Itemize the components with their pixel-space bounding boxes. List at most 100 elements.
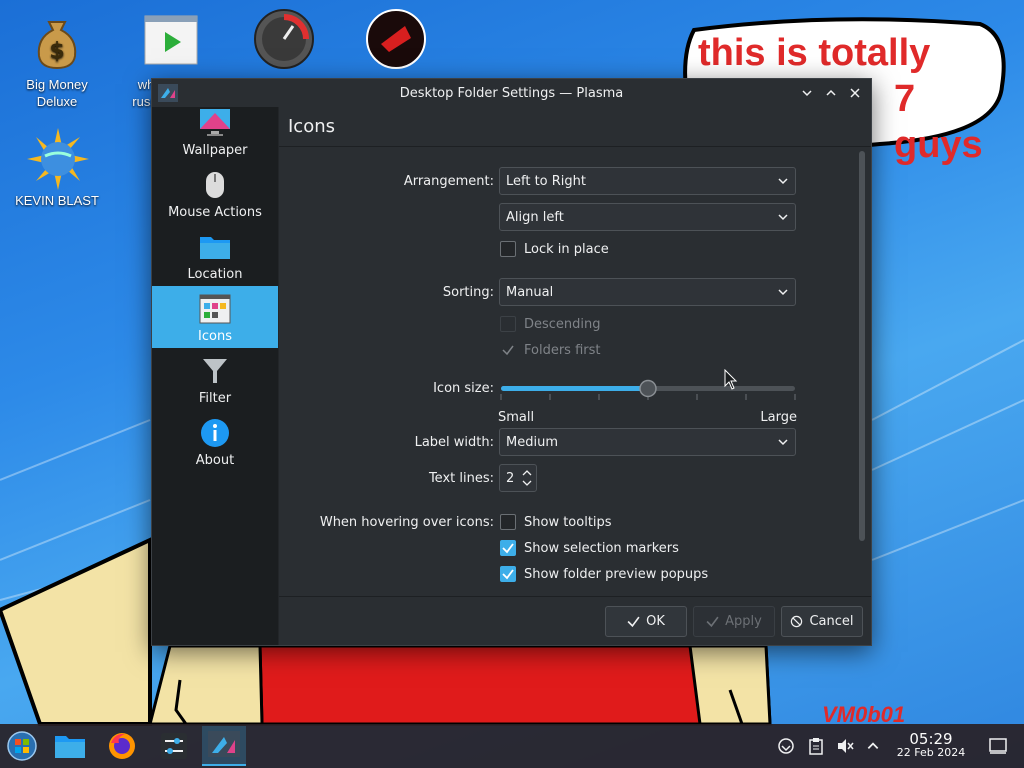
system-settings-icon: [161, 733, 187, 759]
checkbox-box: [500, 514, 516, 530]
align-combo[interactable]: Align left: [499, 203, 796, 231]
desktop-icon-speedometer[interactable]: [238, 8, 328, 72]
text-lines-value: 2: [506, 470, 515, 486]
globe-sun-icon: [27, 128, 89, 190]
checkmark-icon: [500, 540, 516, 556]
icon-size-slider[interactable]: [499, 376, 797, 402]
cancel-label: Cancel: [809, 614, 854, 629]
sidebar-item-label: Icons: [198, 329, 232, 344]
plasma-settings-task[interactable]: [202, 726, 246, 766]
chevron-down-icon: [778, 214, 788, 221]
show-selection-markers-checkbox[interactable]: Show selection markers: [500, 540, 679, 556]
ok-label: OK: [646, 614, 665, 629]
cancel-button[interactable]: Cancel: [781, 606, 863, 637]
lock-in-place-checkbox[interactable]: Lock in place: [500, 241, 609, 257]
hover-label: When hovering over icons:: [319, 515, 494, 530]
spin-arrows-icon[interactable]: [520, 467, 534, 489]
video-player-icon: [141, 12, 201, 72]
clock-time: 05:29: [909, 730, 953, 748]
start-menu-button[interactable]: [0, 726, 44, 766]
mouse-cursor-icon: [724, 369, 738, 390]
plasma-app-icon: [158, 84, 178, 102]
checkmark-icon: [500, 342, 516, 358]
close-button[interactable]: [845, 83, 865, 103]
label-width-value: Medium: [506, 434, 558, 450]
chevron-up-icon: [826, 89, 836, 96]
sidebar-item-label: About: [195, 453, 235, 468]
cancel-icon: [791, 615, 803, 628]
plasma-settings-icon: [208, 731, 240, 757]
svg-text:$: $: [49, 39, 64, 64]
text-lines-label: Text lines:: [428, 471, 494, 486]
sorting-combo[interactable]: Manual: [499, 278, 796, 306]
apply-button[interactable]: Apply: [693, 606, 775, 637]
clock-date: 22 Feb 2024: [896, 746, 966, 759]
titlebar[interactable]: Desktop Folder Settings — Plasma: [152, 79, 871, 107]
funnel-icon: [198, 354, 232, 388]
tray-expand-button[interactable]: [863, 736, 883, 756]
arrangement-combo[interactable]: Left to Right: [499, 167, 796, 195]
sidebar-item-about[interactable]: About: [152, 410, 278, 472]
icon-size-min-label: Small: [498, 410, 535, 425]
desktop-icon-kevin-blast[interactable]: KEVIN BLAST: [12, 128, 102, 209]
chevron-up-icon: [867, 742, 879, 749]
sorting-label: Sorting:: [442, 285, 494, 300]
speedometer-icon: [253, 8, 314, 69]
label-width-combo[interactable]: Medium: [499, 428, 796, 456]
slider-handle[interactable]: [639, 379, 657, 398]
window-title: Desktop Folder Settings — Plasma: [399, 85, 624, 101]
sidebar-item-filter[interactable]: Filter: [152, 348, 278, 410]
show-folder-preview-checkbox[interactable]: Show folder preview popups: [500, 566, 708, 582]
show-tooltips-checkbox[interactable]: Show tooltips: [500, 514, 612, 530]
desktop-icon-red-game[interactable]: [350, 8, 440, 72]
checkmark-icon: [500, 566, 516, 582]
text-lines-spinbox[interactable]: 2: [499, 464, 537, 492]
file-manager-button[interactable]: [48, 726, 92, 766]
folders-first-checkbox[interactable]: Folders first: [500, 342, 600, 358]
red-game-icon: [365, 8, 426, 69]
sidebar: Wallpaper Mouse Actions Location Icons F…: [152, 107, 278, 645]
folder-icon: [198, 230, 232, 264]
volume-tray-icon[interactable]: [835, 736, 855, 756]
clock[interactable]: 05:29 22 Feb 2024: [884, 732, 978, 760]
firefox-button[interactable]: [100, 726, 144, 766]
sidebar-item-location[interactable]: Location: [152, 224, 278, 286]
clipboard-icon: [809, 738, 823, 755]
sidebar-item-icons[interactable]: Icons: [152, 286, 278, 348]
money-bag-icon: $: [27, 12, 87, 72]
settings-content: Arrangement: Left to Right Align left Lo…: [279, 148, 853, 596]
arrangement-label: Arrangement:: [403, 174, 494, 189]
align-value: Align left: [506, 209, 564, 225]
sidebar-item-wallpaper[interactable]: Wallpaper: [152, 107, 278, 162]
folders-first-label: Folders first: [524, 342, 601, 358]
chevron-down-icon: [778, 439, 788, 446]
volume-muted-icon: [838, 739, 854, 753]
icon-size-label: Icon size:: [433, 381, 494, 396]
dialog-footer: OK Apply Cancel: [279, 596, 871, 645]
taskbar: [0, 724, 1024, 768]
sidebar-item-label: Filter: [198, 391, 232, 406]
chevron-down-icon: [778, 178, 788, 185]
descending-checkbox[interactable]: Descending: [500, 316, 601, 332]
settings-window: Desktop Folder Settings — Plasma Wallpap…: [151, 78, 872, 646]
clipboard-tray-icon[interactable]: [806, 736, 826, 756]
vertical-scrollbar[interactable]: [859, 151, 865, 541]
arrangement-value: Left to Right: [506, 173, 587, 189]
show-desktop-button[interactable]: [988, 736, 1008, 756]
descending-label: Descending: [524, 316, 601, 332]
network-tray-icon[interactable]: [776, 736, 796, 756]
sidebar-item-label: Location: [187, 267, 243, 282]
maximize-button[interactable]: [821, 83, 841, 103]
desktop-icon-big-money-deluxe[interactable]: $ Big Money Deluxe: [12, 12, 102, 110]
ok-button[interactable]: OK: [605, 606, 687, 637]
desktop-icon-label: Big Money Deluxe: [26, 77, 88, 109]
sidebar-item-label: Wallpaper: [182, 143, 248, 158]
sidebar-item-mouse-actions[interactable]: Mouse Actions: [152, 162, 278, 224]
sorting-value: Manual: [506, 284, 554, 300]
system-settings-button[interactable]: [152, 726, 196, 766]
show-selection-markers-label: Show selection markers: [524, 540, 679, 556]
icons-grid-icon: [198, 292, 232, 326]
minimize-button[interactable]: [797, 83, 817, 103]
start-menu-icon: [7, 731, 37, 761]
chevron-down-icon: [802, 90, 812, 97]
